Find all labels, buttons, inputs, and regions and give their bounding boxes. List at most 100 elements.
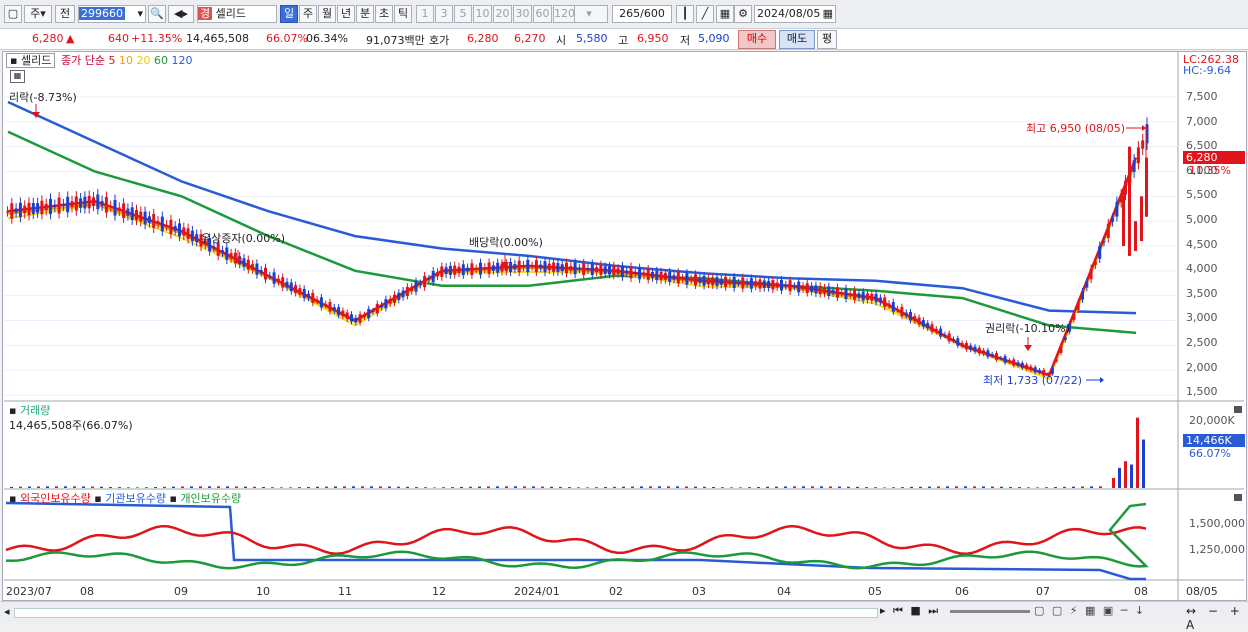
volume-bar [685,486,688,488]
volume-bar [262,486,265,488]
candle-body [952,339,955,341]
table-icon[interactable]: ▦ [10,70,25,83]
candle-body [513,264,517,270]
candle-body [1106,223,1110,238]
candle-body [698,278,702,283]
candle-body [625,270,629,274]
candle-body [595,267,599,273]
volume-bar [1018,487,1021,488]
volume-bar [946,486,949,488]
volume-bar [208,486,211,488]
candle-body [577,268,581,270]
candle-body [1007,360,1011,362]
candle-body [745,281,749,285]
candle-body [629,266,633,279]
zoom-slider[interactable] [950,610,1030,613]
candle-body [70,201,74,207]
candle-body [676,272,680,284]
candle-body [582,262,586,275]
candle-body [130,207,134,220]
candle-body [1102,241,1106,243]
candle-body [530,265,534,267]
volume-bar [703,486,706,488]
price-ytick: 4,000 [1186,262,1218,276]
candle-body [182,227,186,236]
playback-controls-icon[interactable]: ▸ ⏮ ■ ⏭ [880,604,940,618]
volume-bar [550,486,553,488]
event-arrow-icon [1024,345,1032,351]
volume-bar [1112,477,1115,488]
price-ytick: 5,500 [1186,188,1218,202]
volume-bar [1027,487,1030,488]
candle-body [418,283,422,285]
candle-body [586,268,590,271]
volume-bar [289,487,292,488]
volume-bar [145,487,148,488]
candle-body [109,205,113,207]
volume-bar [928,486,931,488]
candle-body [633,272,637,274]
volume-bar [397,486,400,488]
volume-bar [514,486,517,488]
candle-body [556,262,560,272]
chart-canvas[interactable] [0,0,1248,621]
candle-body [741,277,745,289]
price-ytick: 5,000 [1186,213,1218,226]
candle-body [694,274,697,286]
volume-bar [568,487,571,488]
x-axis-label: 2023/07 [6,585,52,598]
candle-body [135,210,138,221]
zoom-controls-icon[interactable]: ↔ − + A [1186,604,1248,632]
candle-body [276,278,280,282]
candle-body [573,262,577,275]
volume-bar [298,487,301,488]
candle-body [66,196,70,213]
candle-body [909,312,912,321]
volume-bar [532,486,535,488]
candle-body [36,203,40,213]
volume-bar [73,486,76,488]
volume-bar [172,486,175,488]
candle-body [599,264,603,276]
volume-bar [1045,487,1048,488]
horizontal-scrollbar[interactable] [14,608,878,618]
price-ytick: 1,500 [1186,385,1218,399]
candle-body [487,262,491,274]
candle-body [569,266,573,271]
candle-body [990,354,994,356]
volume-bar [712,486,715,488]
volume-bar [1136,417,1139,488]
candle-body [311,292,315,303]
scroll-left-icon[interactable]: ◂ [4,605,10,618]
candle-body [715,277,719,286]
candle-body [324,303,328,306]
tool-icons[interactable]: ▢ ▢ ⚡ ▦ ▣ ─ ↓ [1034,604,1146,617]
candle-body [835,287,839,298]
volume-bar [163,486,166,488]
volume-bar [595,487,598,488]
volume-bar [46,486,49,488]
legend-individual: 개인보유수량 [180,492,242,505]
candle-body [1081,291,1084,300]
volume-bar [127,487,130,488]
candle-body [1072,314,1076,320]
candle-body [681,277,685,280]
volume-bar [523,486,526,488]
candle-body [878,297,882,303]
candle-body [810,285,814,292]
candle-body [522,265,525,268]
legend-institution: 기관보유수량 [105,492,166,505]
price-ytick: 2,000 [1186,360,1218,374]
annotation-drop: 리락(-8.73%) [9,91,77,104]
candle-body [371,311,375,313]
candle-body [410,286,414,292]
candle-body [281,277,285,288]
candle-body [259,270,263,273]
volume-bar [1054,487,1057,488]
volume-bar [973,486,976,488]
volume-bar [271,487,274,488]
volume-bar [829,486,832,488]
candle-body [1140,196,1143,242]
price-ytick: 3,500 [1186,286,1218,300]
candle-body [479,262,482,275]
